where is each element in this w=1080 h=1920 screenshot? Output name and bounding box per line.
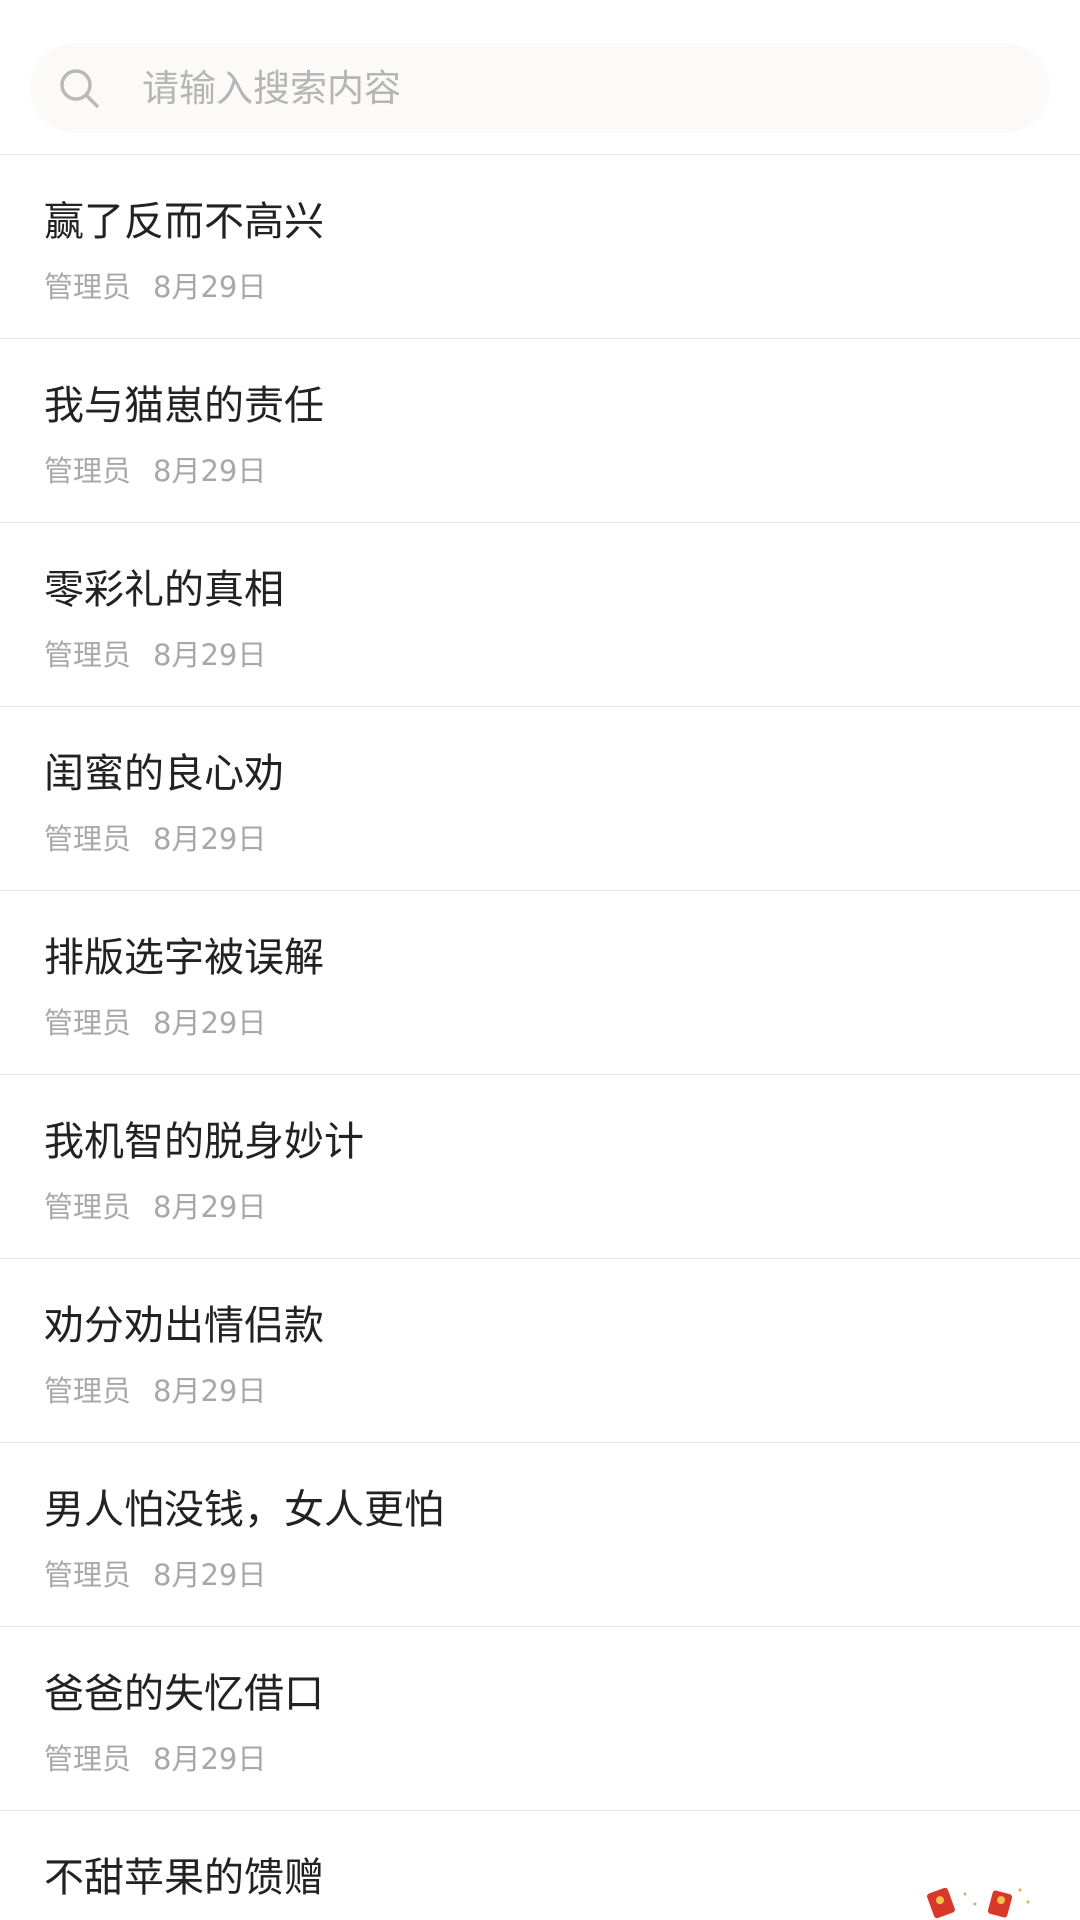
- article-meta: 管理员 8月29日: [44, 821, 1080, 857]
- article-meta: 管理员 8月29日: [44, 637, 1080, 673]
- list-item[interactable]: 排版选字被误解 管理员 8月29日: [0, 891, 1080, 1075]
- article-meta: 管理员 8月29日: [44, 269, 1080, 305]
- list-item[interactable]: 男人怕没钱，女人更怕 管理员 8月29日: [0, 1443, 1080, 1627]
- article-author: 管理员: [44, 822, 132, 856]
- list-item[interactable]: 劝分劝出情侣款 管理员 8月29日: [0, 1259, 1080, 1443]
- article-meta: 管理员 8月29日: [44, 453, 1080, 489]
- list-item[interactable]: 不甜苹果的馈赠: [0, 1811, 1080, 1920]
- article-author: 管理员: [44, 1006, 132, 1040]
- article-date: 8月29日: [153, 1190, 267, 1224]
- article-list: 赢了反而不高兴 管理员 8月29日 我与猫崽的责任 管理员 8月29日 零彩礼的…: [0, 155, 1080, 1920]
- article-title: 劝分劝出情侣款: [44, 1303, 324, 1349]
- article-meta: 管理员 8月29日: [44, 1189, 1080, 1225]
- search-box[interactable]: [30, 43, 1050, 133]
- list-item[interactable]: 我与猫崽的责任 管理员 8月29日: [0, 339, 1080, 523]
- article-title: 排版选字被误解: [44, 935, 324, 981]
- article-date: 8月29日: [153, 1374, 267, 1408]
- article-date: 8月29日: [153, 1742, 267, 1776]
- article-meta: 管理员 8月29日: [44, 1005, 1080, 1041]
- list-item[interactable]: 我机智的脱身妙计 管理员 8月29日: [0, 1075, 1080, 1259]
- search-icon[interactable]: [56, 65, 102, 111]
- article-list-page: 赢了反而不高兴 管理员 8月29日 我与猫崽的责任 管理员 8月29日 零彩礼的…: [0, 0, 1080, 1920]
- list-item[interactable]: 爸爸的失忆借口 管理员 8月29日: [0, 1627, 1080, 1811]
- article-title: 闺蜜的良心劝: [44, 751, 284, 797]
- article-author: 管理员: [44, 638, 132, 672]
- article-title: 我与猫崽的责任: [44, 383, 324, 429]
- article-meta: 管理员 8月29日: [44, 1373, 1080, 1409]
- red-packet-icon[interactable]: [920, 1880, 1040, 1920]
- article-date: 8月29日: [153, 822, 267, 856]
- article-date: 8月29日: [153, 638, 267, 672]
- search-bar: [0, 0, 1080, 155]
- article-author: 管理员: [44, 1190, 132, 1224]
- article-title: 赢了反而不高兴: [44, 199, 324, 245]
- article-meta: 管理员 8月29日: [44, 1741, 1080, 1777]
- article-author: 管理员: [44, 270, 132, 304]
- article-author: 管理员: [44, 1374, 132, 1408]
- article-date: 8月29日: [153, 1006, 267, 1040]
- article-author: 管理员: [44, 454, 132, 488]
- article-meta: 管理员 8月29日: [44, 1557, 1080, 1593]
- article-date: 8月29日: [153, 270, 267, 304]
- article-date: 8月29日: [153, 1558, 267, 1592]
- article-author: 管理员: [44, 1742, 132, 1776]
- article-title: 我机智的脱身妙计: [44, 1119, 364, 1165]
- list-item[interactable]: 赢了反而不高兴 管理员 8月29日: [0, 155, 1080, 339]
- article-title: 男人怕没钱，女人更怕: [44, 1487, 444, 1533]
- list-item[interactable]: 闺蜜的良心劝 管理员 8月29日: [0, 707, 1080, 891]
- article-title: 爸爸的失忆借口: [44, 1671, 324, 1717]
- search-input[interactable]: [142, 53, 942, 123]
- article-title: 零彩礼的真相: [44, 567, 284, 613]
- article-date: 8月29日: [153, 454, 267, 488]
- article-author: 管理员: [44, 1558, 132, 1592]
- list-item[interactable]: 零彩礼的真相 管理员 8月29日: [0, 523, 1080, 707]
